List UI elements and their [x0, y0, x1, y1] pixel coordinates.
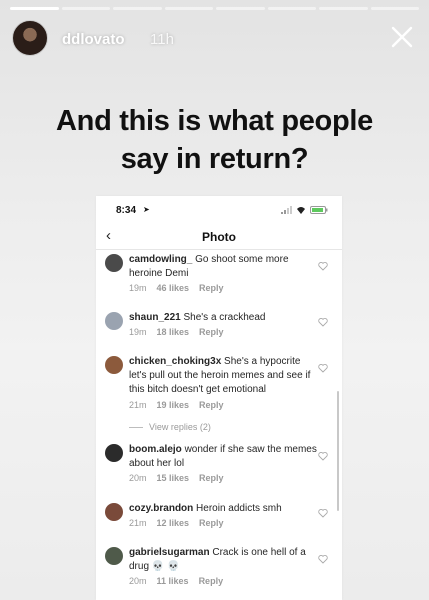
page-title: Photo [202, 230, 236, 244]
status-icons [281, 206, 328, 214]
photo-nav-bar: ‹ Photo [96, 224, 342, 250]
progress-segment [113, 7, 162, 10]
reply-button[interactable]: Reply [199, 576, 224, 586]
wifi-icon [297, 207, 305, 214]
heart-icon[interactable] [318, 261, 328, 271]
comment-likes[interactable]: 19 likes [157, 400, 190, 410]
view-replies-button[interactable]: View replies (2) [129, 422, 211, 432]
comment-time: 21m [129, 518, 147, 528]
progress-segment [61, 7, 110, 10]
avatar[interactable] [105, 356, 123, 374]
progress-segment [370, 7, 419, 10]
comment-time: 19m [129, 327, 147, 337]
avatar[interactable] [105, 254, 123, 272]
heart-icon[interactable] [318, 317, 328, 327]
story-username[interactable]: ddlovato [62, 31, 125, 48]
reply-button[interactable]: Reply [199, 283, 224, 293]
avatar[interactable] [12, 20, 48, 56]
signal-icon [281, 206, 292, 214]
comment-username[interactable]: shaun_221 [129, 312, 181, 323]
comment-body: She's a crackhead [183, 312, 266, 323]
embedded-screenshot: 8:34 ➤ ‹ Photo camdowling_ Go shoot some… [96, 196, 342, 600]
comment-likes[interactable]: 12 likes [157, 518, 190, 528]
comment-username[interactable]: chicken_choking3x [129, 356, 221, 367]
scrollbar[interactable] [337, 391, 339, 511]
avatar[interactable] [105, 547, 123, 565]
status-time: 8:34 [116, 205, 137, 216]
comment-meta: 21m 19 likes Reply [129, 400, 224, 410]
comment-text: camdowling_ Go shoot some more heroine D… [129, 253, 317, 281]
heart-icon[interactable] [318, 451, 328, 461]
heart-icon[interactable] [318, 554, 328, 564]
avatar[interactable] [105, 312, 123, 330]
reply-button[interactable]: Reply [199, 327, 224, 337]
progress-segment [164, 7, 213, 10]
location-arrow-icon: ➤ [143, 205, 150, 214]
story-header: ddlovato 11h [12, 18, 417, 60]
reply-button[interactable]: Reply [199, 400, 224, 410]
comment-likes[interactable]: 18 likes [157, 327, 190, 337]
caption-line: And this is what people [56, 105, 373, 137]
view-replies-label: View replies (2) [149, 422, 211, 432]
comment-meta: 20m 11 likes Reply [129, 576, 223, 586]
status-bar: 8:34 ➤ [96, 196, 342, 224]
reply-button[interactable]: Reply [199, 518, 224, 528]
progress-segment [267, 7, 316, 10]
comment-meta: 20m 15 likes Reply [129, 473, 224, 483]
comment-time: 19m [129, 283, 147, 293]
comment-username[interactable]: cozy.brandon [129, 503, 193, 514]
comment-username[interactable]: gabrielsugarman [129, 547, 210, 558]
progress-segment [216, 7, 265, 10]
comment-meta: 21m 12 likes Reply [129, 518, 224, 528]
comment-username[interactable]: boom.alejo [129, 444, 182, 455]
comment-meta: 19m 46 likes Reply [129, 283, 224, 293]
comment-username[interactable]: camdowling_ [129, 254, 192, 265]
close-icon[interactable] [387, 22, 417, 52]
comment-body: Heroin addicts smh [196, 503, 282, 514]
story-progress-bar [10, 7, 419, 10]
battery-icon [310, 206, 328, 214]
story-time-ago: 11h [150, 31, 174, 48]
comment-text: shaun_221 She's a crackhead [129, 311, 317, 325]
comment-text: chicken_choking3x She's a hypocrite let'… [129, 355, 317, 397]
comment-likes[interactable]: 15 likes [157, 473, 190, 483]
caption-line: say in return? [120, 143, 309, 175]
comment-time: 20m [129, 576, 147, 586]
story-caption: And this is what people say in return? [0, 102, 429, 178]
comment-time: 21m [129, 400, 147, 410]
replies-divider [129, 426, 143, 428]
comment-likes[interactable]: 46 likes [157, 283, 190, 293]
comment-likes[interactable]: 11 likes [157, 576, 189, 586]
avatar[interactable] [105, 503, 123, 521]
reply-button[interactable]: Reply [199, 473, 224, 483]
comment-time: 20m [129, 473, 147, 483]
progress-segment [10, 7, 59, 10]
avatar[interactable] [105, 444, 123, 462]
heart-icon[interactable] [318, 508, 328, 518]
comment-text: gabrielsugarman Crack is one hell of a d… [129, 546, 317, 574]
progress-segment [319, 7, 368, 10]
comment-text: boom.alejo wonder if she saw the memes a… [129, 443, 317, 471]
comment-meta: 19m 18 likes Reply [129, 327, 224, 337]
comment-text: cozy.brandon Heroin addicts smh [129, 502, 317, 516]
heart-icon[interactable] [318, 363, 328, 373]
